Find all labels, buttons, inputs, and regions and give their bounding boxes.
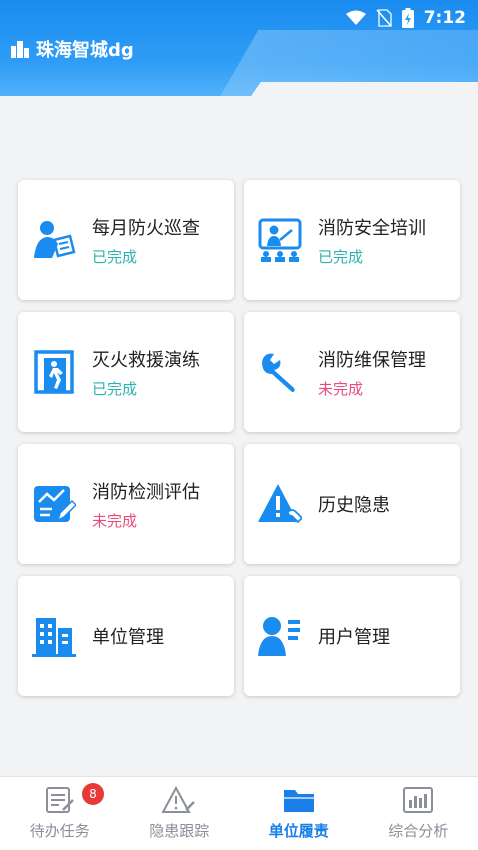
card-label: 单位管理 — [92, 627, 164, 648]
nav-item-hazard-track[interactable]: 隐患跟踪 — [120, 777, 240, 850]
card-label: 每月防火巡查 — [92, 217, 200, 239]
nav-label: 隐患跟踪 — [149, 822, 210, 840]
wifi-icon — [345, 10, 366, 25]
card-label: 历史隐患 — [318, 495, 390, 516]
nav-label: 单位履责 — [268, 822, 329, 840]
bottom-nav: 8 待办任务 隐患跟踪 单位履责 综合分析 — [0, 776, 478, 850]
assessment-icon — [32, 482, 76, 526]
todo-badge: 8 — [82, 783, 104, 805]
todo-icon — [45, 787, 74, 813]
hazard-icon — [258, 482, 302, 526]
app-title: 珠海智城dg — [36, 40, 134, 61]
function-grid: 每月防火巡查 已完成 消防安全培训 已完成 灭火救援演练 已完成 消防维保管理 … — [18, 180, 460, 696]
status-bar: 7:12 — [345, 6, 466, 30]
exit-drill-icon — [32, 350, 76, 394]
card-status: 已完成 — [92, 379, 138, 398]
nav-item-analytics[interactable]: 综合分析 — [359, 777, 478, 850]
card-label: 消防安全培训 — [318, 217, 426, 239]
user-list-icon — [258, 614, 302, 658]
card-label: 消防维保管理 — [318, 349, 426, 371]
analytics-icon — [403, 787, 434, 813]
nav-label: 综合分析 — [388, 822, 449, 840]
card-unit-management[interactable]: 单位管理 — [18, 576, 234, 696]
folder-icon — [283, 790, 314, 812]
no-sim-icon — [376, 9, 392, 27]
card-label: 灭火救援演练 — [92, 349, 200, 371]
building-icon — [32, 614, 76, 658]
card-status: 已完成 — [92, 247, 138, 266]
card-status: 已完成 — [318, 247, 364, 266]
nav-item-todo[interactable]: 8 待办任务 — [0, 777, 120, 850]
wrench-icon — [258, 350, 302, 394]
inspector-icon — [32, 218, 76, 262]
card-status: 未完成 — [318, 379, 364, 398]
card-history-hazards[interactable]: 历史隐患 — [244, 444, 460, 564]
card-safety-training[interactable]: 消防安全培训 已完成 — [244, 180, 460, 300]
status-time: 7:12 — [423, 8, 466, 28]
app-title-bar: 珠海智城dg — [10, 36, 134, 62]
card-detection-assessment[interactable]: 消防检测评估 未完成 — [18, 444, 234, 564]
card-label: 消防检测评估 — [92, 481, 200, 503]
hazard-track-icon — [162, 786, 196, 813]
battery-charging-icon — [401, 8, 414, 28]
nav-label: 待办任务 — [29, 822, 90, 840]
header: 7:12 珠海智城dg — [0, 0, 478, 104]
card-maintenance-management[interactable]: 消防维保管理 未完成 — [244, 312, 460, 432]
header-decoration-bottom — [0, 96, 478, 104]
building-logo-icon — [11, 41, 29, 58]
card-user-management[interactable]: 用户管理 — [244, 576, 460, 696]
card-status: 未完成 — [92, 511, 138, 530]
card-monthly-inspection[interactable]: 每月防火巡查 已完成 — [18, 180, 234, 300]
card-label: 用户管理 — [318, 627, 390, 648]
nav-item-unit-duty[interactable]: 单位履责 — [239, 777, 359, 850]
training-icon — [258, 218, 302, 262]
card-rescue-drill[interactable]: 灭火救援演练 已完成 — [18, 312, 234, 432]
